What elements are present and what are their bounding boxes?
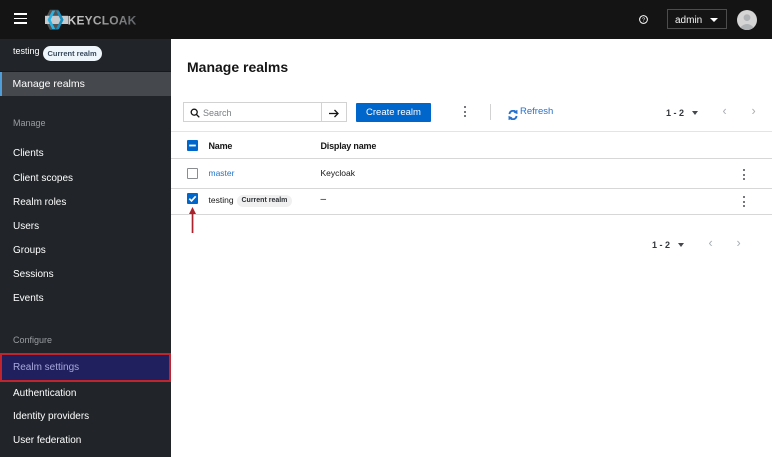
svg-text:KEYCLOAK: KEYCLOAK (68, 13, 137, 27)
